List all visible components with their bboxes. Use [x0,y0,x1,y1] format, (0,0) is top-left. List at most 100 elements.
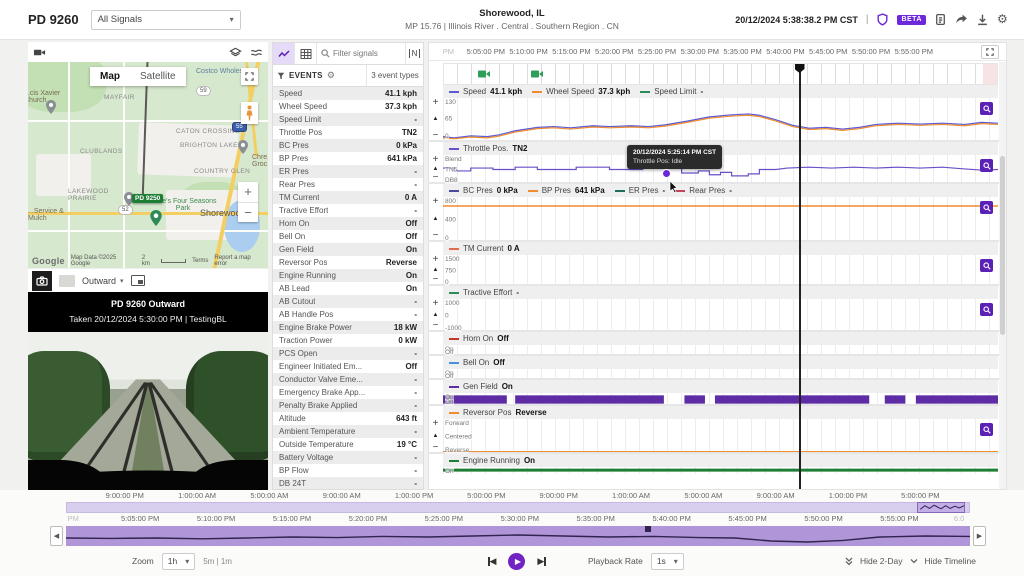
two-day-timeline-band[interactable] [66,502,970,513]
signal-row[interactable]: Altitude 643 ft [273,412,423,425]
legend-item[interactable]: Rear Pres - [675,186,732,195]
legend-item[interactable]: BC Pres 0 kPa [449,186,518,195]
charts-scrollbar[interactable] [999,62,1006,489]
signal-row[interactable]: Reversor Pos Reverse [273,256,423,269]
signal-row[interactable]: Engine Brake Power 18 kW [273,321,423,334]
legend-item[interactable]: Bell On Off [449,358,505,367]
document-icon[interactable] [934,13,947,26]
map-pin-icon[interactable] [46,100,56,114]
chart-plot[interactable]: 1000 0 -1000 [443,299,998,332]
park-pin-icon[interactable] [150,210,162,226]
legend-item[interactable]: ER Pres - [614,186,665,195]
zoom-select[interactable]: 1h ▾ [161,552,196,570]
legend-item[interactable]: Tractive Effort - [449,288,519,297]
signal-row[interactable]: Traction Power 0 kW [273,334,423,347]
zoom-out-button[interactable]: − [433,173,439,183]
normalize-icon[interactable]: N [405,43,423,64]
video-camera-icon[interactable] [33,46,46,59]
timeline-scroll-left-button[interactable]: ◀ [50,526,63,546]
photo-camera-icon[interactable] [32,270,52,291]
map-report-link[interactable]: Report a map error [214,255,264,267]
signal-filter-select[interactable]: All Signals ▾ [90,9,241,30]
map-terms-link[interactable]: Terms [192,258,208,264]
autoscale-button[interactable]: ▲ [433,267,439,273]
search-input[interactable] [333,49,401,58]
map-zoom-out-button[interactable]: − [238,203,258,223]
signal-row[interactable]: Engineer Initiated Em... Off [273,360,423,373]
signal-row[interactable]: Conductor Valve Eme... - [273,373,423,386]
autoscale-button[interactable]: ▲ [433,216,439,222]
signal-row[interactable]: BP Flow - [273,464,423,477]
magnify-button[interactable] [980,259,993,272]
signal-row[interactable]: Wheel Speed 37.3 kph [273,100,423,113]
gear-icon[interactable]: ⚙ [327,70,335,81]
elevation-profile-icon[interactable] [250,46,263,59]
zoom-in-button[interactable]: + [433,419,439,429]
zoom-out-button[interactable]: − [433,443,439,453]
autoscale-button[interactable]: ▲ [433,116,439,122]
chart-plot[interactable]: Forward Centered Reverse [443,419,998,454]
satellite-view-button[interactable]: Satellite [130,67,186,86]
autoscale-button[interactable]: ▲ [433,433,439,439]
zoom-in-button[interactable]: + [433,197,439,207]
signal-row[interactable]: Rear Pres - [273,178,423,191]
chart-view-button[interactable] [273,43,295,64]
legend-item[interactable]: Speed 41.1 kph [449,87,522,96]
magnify-button[interactable] [980,159,993,172]
signal-row[interactable]: Penalty Brake Applied - [273,399,423,412]
chart-plot[interactable]: On [443,467,998,474]
train-marker[interactable]: PD 9250 [132,194,164,203]
scrollbar-thumb[interactable] [1000,155,1005,336]
playback-rate-select[interactable]: 1s ▾ [650,552,684,570]
signal-row[interactable]: Engine Running On [273,269,423,282]
signal-row[interactable]: Outside Temperature 19 °C [273,438,423,451]
signal-row[interactable]: Ambient Temperature - [273,425,423,438]
legend-item[interactable]: Wheel Speed 37.3 kph [532,87,630,96]
signal-row[interactable]: Speed Limit - [273,113,423,126]
magnify-button[interactable] [980,423,993,436]
detail-playhead-marker[interactable] [644,526,651,532]
legend-item[interactable]: BP Pres 641 kPa [527,186,605,195]
magnify-button[interactable] [980,201,993,214]
signal-row[interactable]: BP Pres 641 kPa [273,152,423,165]
signal-row[interactable]: AB Cutout - [273,295,423,308]
map-pin-icon[interactable] [238,140,248,154]
camera-view-select[interactable]: Outward ▾ [82,276,124,286]
signal-row[interactable]: TM Current 0 A [273,191,423,204]
signal-row[interactable]: Throttle Pos TN2 [273,126,423,139]
signal-row[interactable]: ER Pres - [273,165,423,178]
frames-icon[interactable] [59,274,75,287]
zoom-in-button[interactable]: + [433,155,439,165]
event-camera-icon[interactable] [477,68,491,80]
gear-icon[interactable]: ⚙ [997,13,1010,26]
step-back-button[interactable]: ◀ [488,556,496,567]
timeline-selection-window[interactable] [917,502,965,513]
camera-feed[interactable]: PD 9260 Outward Taken 20/12/2024 5:30:00… [28,292,268,490]
signal-row[interactable]: Tractive Effort - [273,204,423,217]
legend-item[interactable]: Speed Limit - [640,87,703,96]
legend-item[interactable]: Gen Field On [449,382,513,391]
table-view-button[interactable] [295,43,317,64]
chart-plot[interactable]: 130 65 0 [443,98,998,140]
autoscale-button[interactable]: ▲ [433,166,439,172]
legend-item[interactable]: Reversor Pos Reverse [449,408,547,417]
event-types-select[interactable]: 3 event types [367,65,423,86]
zoom-out-button[interactable]: − [433,321,439,331]
map[interactable]: ...cis Xavier Church MAYFAIR Costco Whol… [28,62,268,268]
signal-row[interactable]: Gen Field On [273,243,423,256]
hide-timeline-toggle[interactable]: Hide Timeline [925,556,977,566]
map-fullscreen-button[interactable] [241,68,258,85]
detail-timeline-band[interactable] [66,526,970,546]
map-zoom-in-button[interactable]: + [238,182,258,202]
signal-row[interactable]: Horn On Off [273,217,423,230]
signal-row[interactable]: Battery Voltage - [273,451,423,464]
zoom-out-button[interactable]: − [433,131,439,141]
legend-item[interactable]: Horn On Off [449,334,509,343]
zoom-in-button[interactable]: + [433,299,439,309]
signal-row[interactable]: Emergency Brake App... - [273,386,423,399]
events-filter[interactable]: EVENTS ⚙ [273,65,367,86]
chart-plot[interactable]: 800 400 0 [443,197,998,242]
signal-row[interactable]: AB Handle Pos - [273,308,423,321]
share-icon[interactable] [955,13,968,26]
legend-item[interactable]: Throttle Pos. TN2 [449,144,527,153]
